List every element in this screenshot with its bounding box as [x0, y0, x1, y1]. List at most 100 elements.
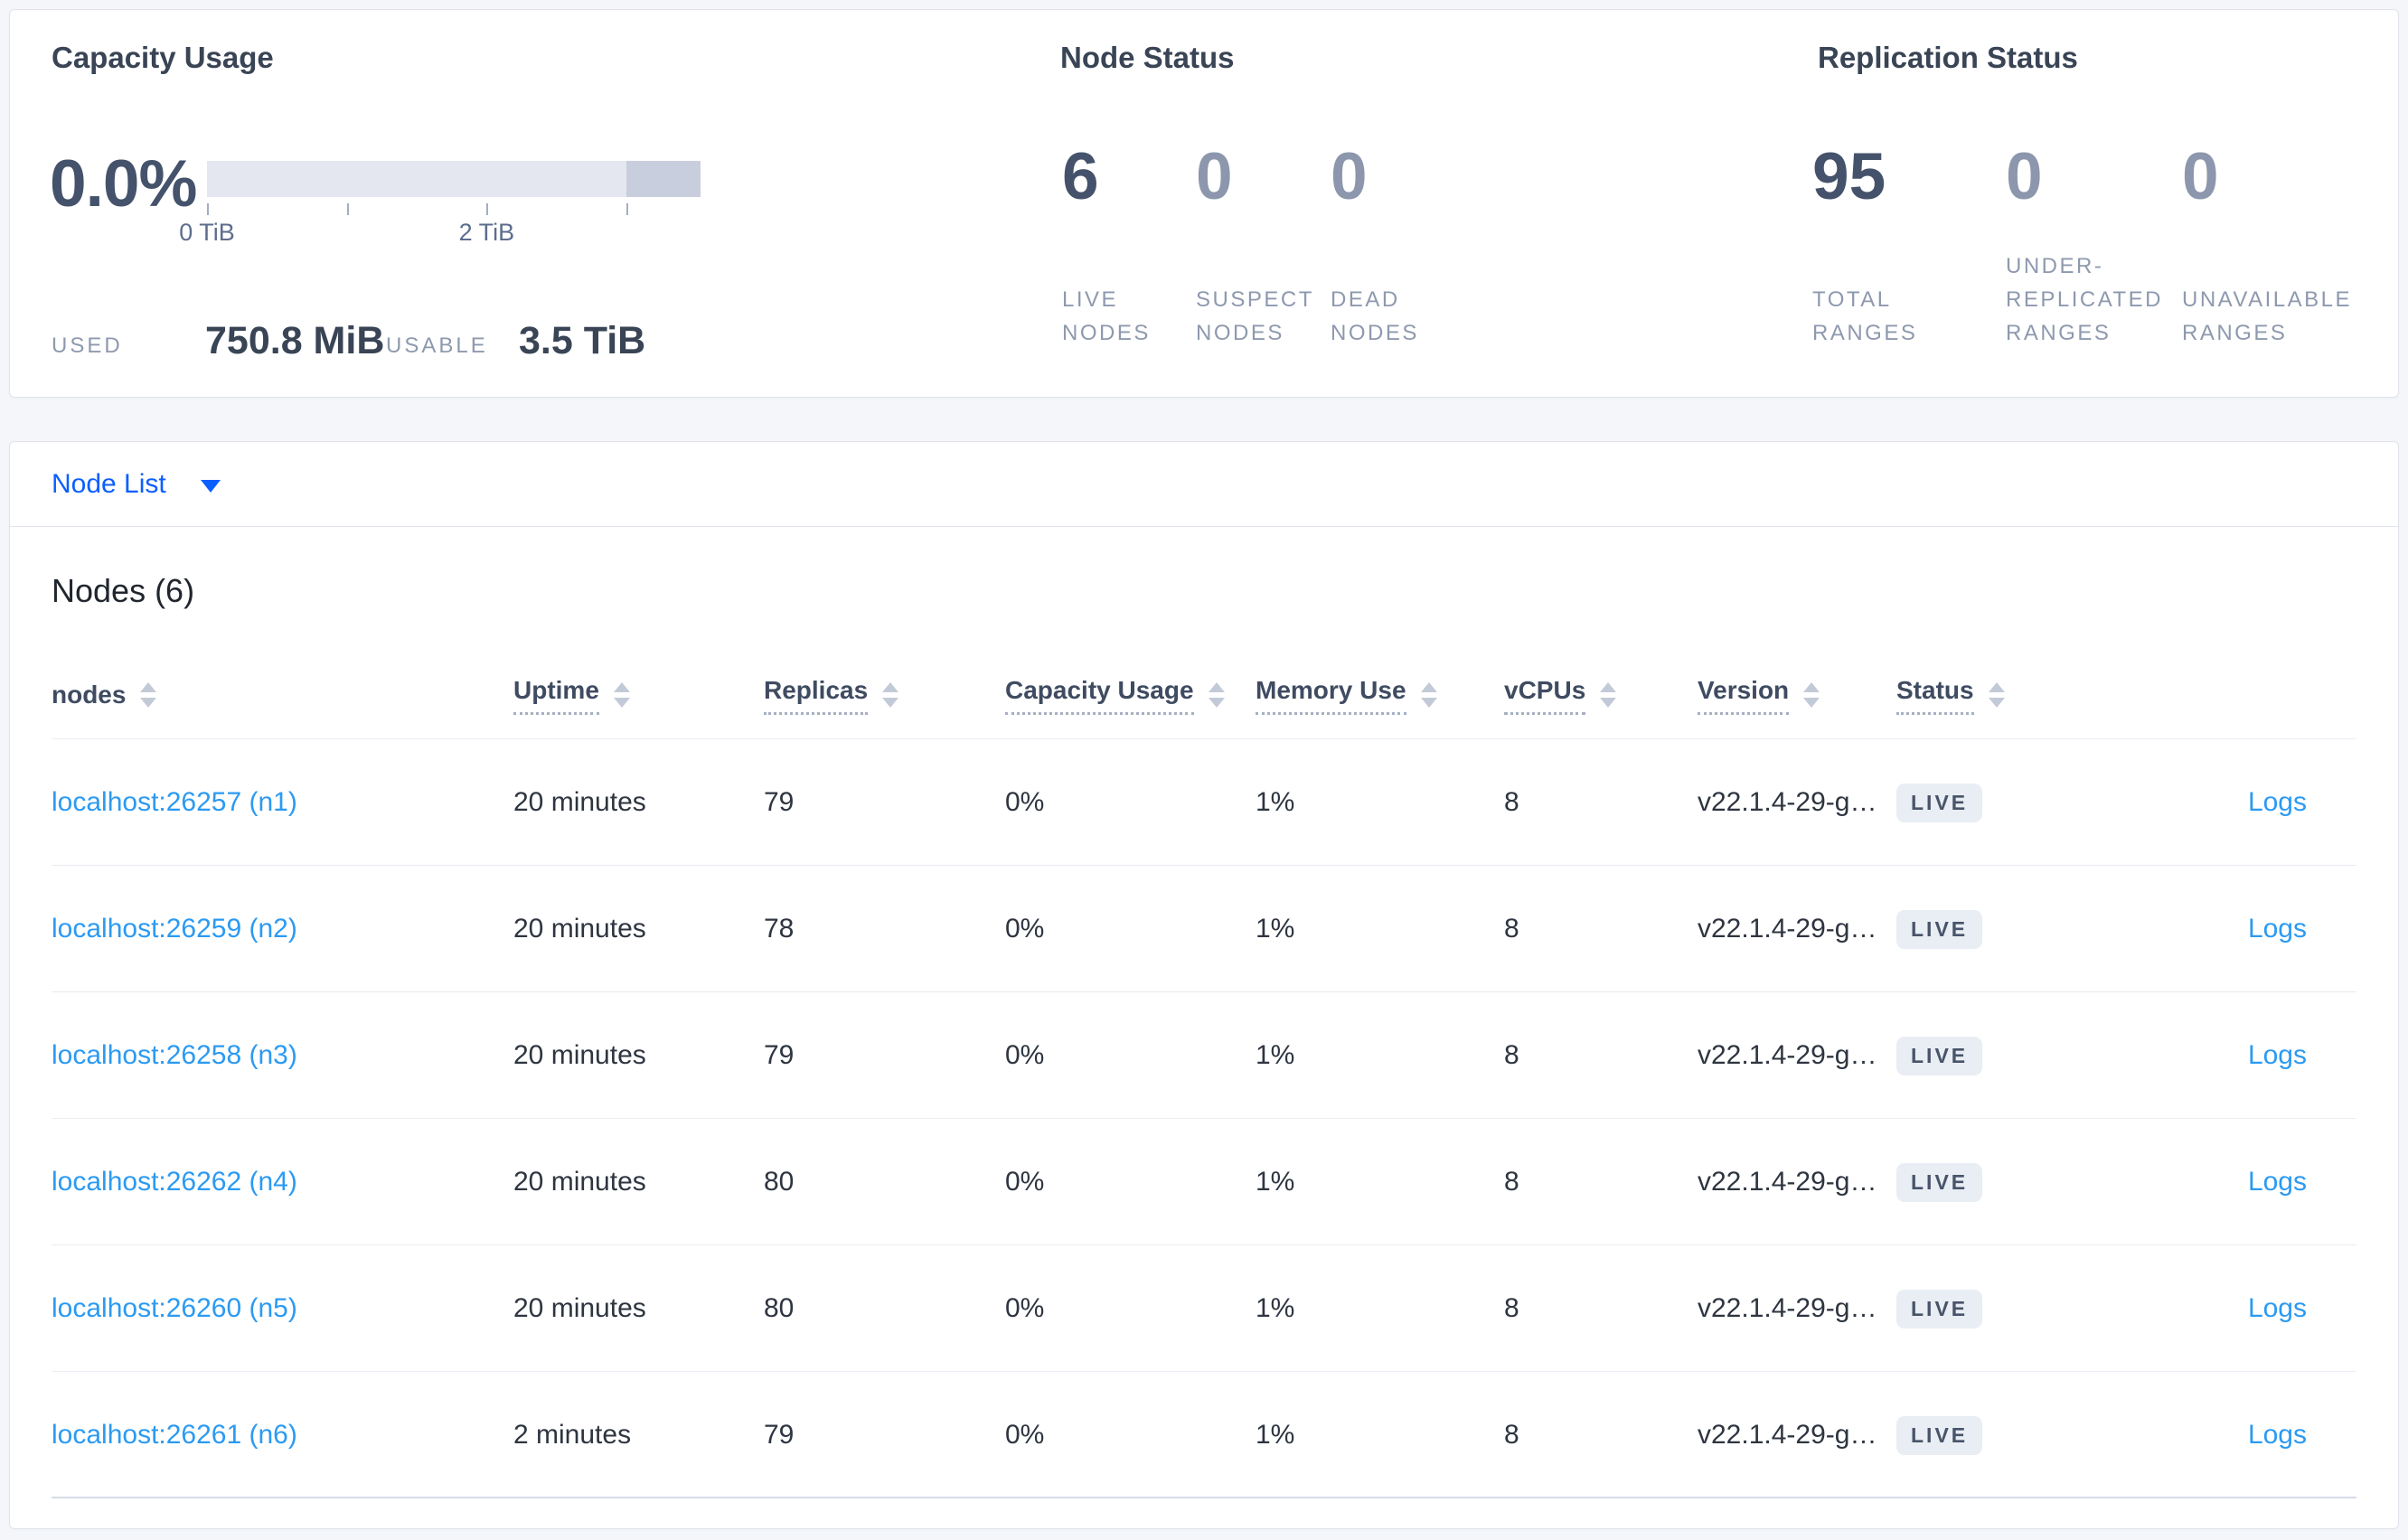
replicas-value: 78 — [764, 914, 795, 944]
version-value: v22.1.4-29-g… — [1698, 1040, 1877, 1070]
uptime-value: 20 minutes — [513, 787, 646, 817]
sort-icon — [1803, 682, 1820, 708]
stat-value: 95 — [1812, 140, 1886, 213]
column-label: Status — [1896, 676, 1974, 715]
node-link[interactable]: localhost:26258 (n3) — [52, 1040, 297, 1070]
vcpus-value: 8 — [1504, 1167, 1519, 1197]
stat-value: 0 — [1331, 140, 1368, 213]
replicas-value: 80 — [764, 1167, 795, 1197]
uptime-value: 20 minutes — [513, 914, 646, 944]
node-list-dropdown[interactable]: Node List — [10, 442, 2398, 527]
column-header-uptime[interactable]: Uptime — [513, 676, 764, 715]
node-link[interactable]: localhost:26261 (n6) — [52, 1420, 297, 1450]
column-label: Replicas — [764, 676, 869, 715]
stat: 6 LIVE NODES — [1062, 144, 1196, 350]
logs-link[interactable]: Logs — [2248, 1293, 2307, 1323]
memory-use-value: 1% — [1256, 914, 1295, 944]
version-value: v22.1.4-29-g… — [1698, 1167, 1877, 1197]
sort-icon — [1208, 682, 1225, 708]
replication-status-stats: 95 TOTAL RANGES 0 UNDER-REPLICATED RANGES 0 U… — [1812, 144, 2398, 350]
table-row: localhost:26259 (n2) 20 minutes 78 0% 1% 8 v22… — [10, 866, 2398, 992]
uptime-value: 20 minutes — [513, 1167, 646, 1197]
column-header-capacity-usage[interactable]: Capacity Usage — [1005, 676, 1256, 715]
capacity-usage-value: 0% — [1005, 1420, 1045, 1450]
column-header-vcpus[interactable]: vCPUs — [1504, 676, 1698, 715]
column-label: nodes — [52, 681, 127, 709]
column-header-version[interactable]: Version — [1698, 676, 1896, 715]
node-link[interactable]: localhost:26257 (n1) — [52, 787, 297, 817]
memory-use-value: 1% — [1256, 1167, 1295, 1197]
sort-icon — [1988, 682, 2005, 708]
sort-icon — [1600, 682, 1617, 708]
node-status-title: Node Status — [1060, 41, 1235, 74]
usable-value: 3.5 TiB — [519, 319, 646, 362]
stat-value: 0 — [2182, 140, 2219, 213]
sort-icon — [613, 682, 630, 708]
status-badge: LIVE — [1896, 783, 1983, 822]
uptime-value: 20 minutes — [513, 1040, 646, 1070]
capacity-usage-value: 0% — [1005, 1293, 1045, 1323]
capacity-usage-value: 0% — [1005, 787, 1045, 817]
stat-value: 0 — [2006, 140, 2043, 213]
vcpus-value: 8 — [1504, 787, 1519, 817]
vcpus-value: 8 — [1504, 1293, 1519, 1323]
capacity-usage-value: 0% — [1005, 1167, 1045, 1197]
stat-label: TOTAL RANGES — [1812, 287, 1918, 345]
used-value: 750.8 MiB — [205, 319, 385, 362]
node-link[interactable]: localhost:26260 (n5) — [52, 1293, 297, 1323]
table-row: localhost:26260 (n5) 20 minutes 80 0% 1% 8 v22… — [10, 1245, 2398, 1372]
column-header-memory-use[interactable]: Memory Use — [1256, 676, 1504, 715]
stat: 95 TOTAL RANGES — [1812, 144, 2006, 350]
stat-label: UNDER-REPLICATED RANGES — [2006, 254, 2163, 345]
node-link[interactable]: localhost:26259 (n2) — [52, 914, 297, 944]
column-label: Version — [1698, 676, 1790, 715]
status-badge: LIVE — [1896, 1415, 1983, 1455]
status-badge: LIVE — [1896, 1162, 1983, 1202]
sort-icon — [140, 682, 157, 708]
uptime-value: 2 minutes — [513, 1420, 632, 1450]
column-label: Memory Use — [1256, 676, 1406, 715]
node-link[interactable]: localhost:26262 (n4) — [52, 1167, 297, 1197]
nodes-table-body: localhost:26257 (n1) 20 minutes 79 0% 1% 8 v22… — [10, 739, 2398, 1498]
cluster-overview-page: Capacity Usage 0.0% 0 TiB 2 TiB USED 750.… — [0, 0, 2408, 1540]
sort-icon — [1420, 682, 1437, 708]
logs-link[interactable]: Logs — [2248, 1040, 2307, 1070]
stat: 0 UNDER-REPLICATED RANGES — [2006, 144, 2182, 350]
replicas-value: 80 — [764, 1293, 795, 1323]
node-status-stats: 6 LIVE NODES 0 SUSPECT NODES 0 DEAD NODES — [1062, 144, 1439, 350]
vcpus-value: 8 — [1504, 1040, 1519, 1070]
logs-link[interactable]: Logs — [2248, 787, 2307, 817]
capacity-usage-value: 0% — [1005, 914, 1045, 944]
version-value: v22.1.4-29-g… — [1698, 1420, 1877, 1450]
replicas-value: 79 — [764, 787, 795, 817]
usable-label: USABLE — [386, 333, 488, 358]
table-row: localhost:26258 (n3) 20 minutes 79 0% 1% 8 v22… — [10, 992, 2398, 1119]
column-header-status[interactable]: Status — [1896, 676, 2084, 715]
nodes-table-section: Nodes (6) nodes Uptime Replicas Capacity Us… — [10, 572, 2398, 1498]
nodes-title: Nodes (6) — [52, 572, 195, 609]
stat-label: SUSPECT NODES — [1196, 287, 1314, 345]
column-header-replicas[interactable]: Replicas — [764, 676, 1005, 715]
node-list-dropdown-label: Node List — [52, 468, 166, 499]
sort-icon — [882, 682, 899, 708]
stat-label: LIVE NODES — [1062, 287, 1151, 345]
memory-use-value: 1% — [1256, 1293, 1295, 1323]
used-label: USED — [52, 333, 123, 358]
nodes-table-header: nodes Uptime Replicas Capacity Usage Memory … — [10, 651, 2398, 739]
chevron-down-icon — [200, 479, 221, 493]
logs-link[interactable]: Logs — [2248, 1167, 2307, 1197]
stat-value: 6 — [1062, 140, 1099, 213]
stat-label: DEAD NODES — [1331, 287, 1419, 345]
replicas-value: 79 — [764, 1040, 795, 1070]
logs-link[interactable]: Logs — [2248, 1420, 2307, 1450]
logs-link[interactable]: Logs — [2248, 914, 2307, 944]
table-row: localhost:26262 (n4) 20 minutes 80 0% 1% 8 v22… — [10, 1119, 2398, 1245]
column-header-nodes[interactable]: nodes — [52, 681, 513, 709]
column-label: Capacity Usage — [1005, 676, 1194, 715]
replication-status-title: Replication Status — [1818, 41, 2078, 74]
vcpus-value: 8 — [1504, 1420, 1519, 1450]
stat: 0 DEAD NODES — [1331, 144, 1439, 350]
memory-use-value: 1% — [1256, 1420, 1295, 1450]
table-row: localhost:26261 (n6) 2 minutes 79 0% 1% 8 v22.… — [10, 1372, 2398, 1498]
node-list-panel: Node List Nodes (6) nodes Uptime Replicas C… — [9, 441, 2399, 1529]
